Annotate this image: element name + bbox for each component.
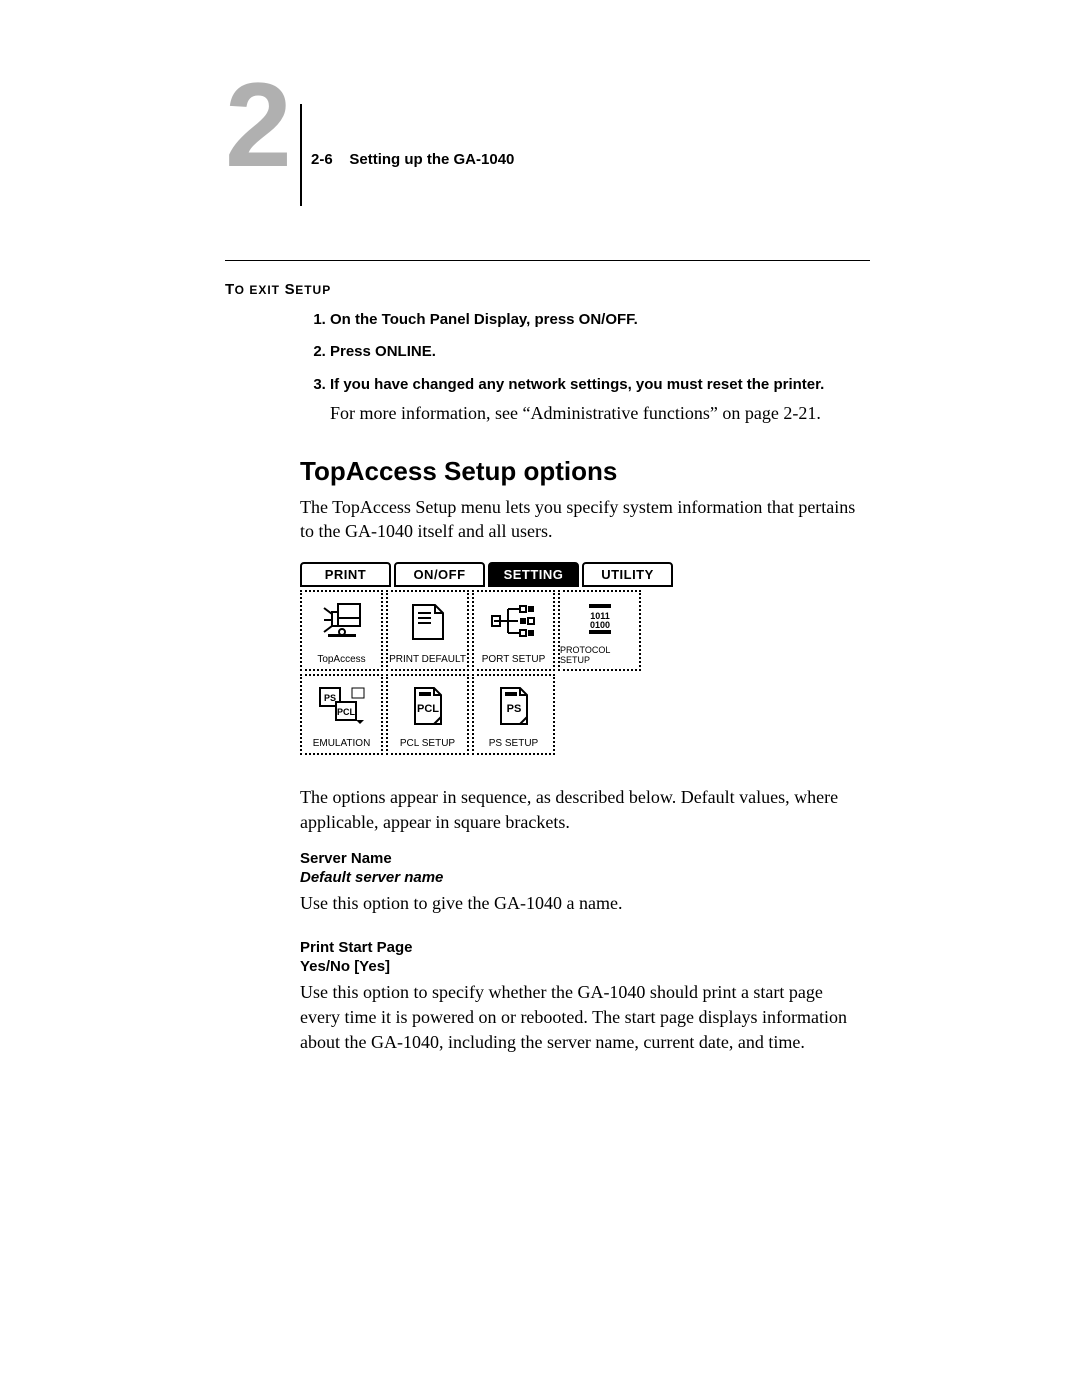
port-icon	[490, 602, 538, 642]
cell-emulation: PS PCL EMULATION	[300, 674, 383, 755]
svg-text:PS: PS	[323, 693, 335, 703]
touch-panel-figure: PRINT ON/OFF SETTING UTILITY	[300, 562, 870, 755]
page-ref: 2-6	[311, 151, 333, 168]
tab-print: PRINT	[300, 562, 391, 587]
ps-page-icon: PS	[494, 684, 534, 728]
step-3: If you have changed any network settings…	[330, 375, 870, 426]
cell-pcl-setup: PCL PCL SETUP	[386, 674, 469, 755]
option-body: Use this option to specify whether the G…	[300, 980, 870, 1054]
header-divider	[225, 260, 870, 261]
panel-tabs: PRINT ON/OFF SETTING UTILITY	[300, 562, 870, 587]
cell-port-setup: PORT SETUP	[472, 590, 555, 671]
tab-onoff: ON/OFF	[394, 562, 485, 587]
tab-utility: UTILITY	[582, 562, 673, 587]
header-rule	[300, 104, 302, 206]
emulation-icon: PS PCL	[316, 684, 368, 728]
step-3-body: For more information, see “Administrativ…	[330, 401, 870, 426]
exit-setup-steps: On the Touch Panel Display, press ON/OFF…	[300, 310, 870, 426]
empty-cell	[558, 674, 641, 755]
svg-text:PS: PS	[506, 703, 521, 715]
cell-print-default: PRINT DEFAULT	[386, 590, 469, 671]
step-2: Press ONLINE.	[330, 342, 870, 362]
page-header: 2 2-6 Setting up the GA-1040	[225, 100, 870, 260]
svg-text:0100: 0100	[589, 620, 609, 630]
option-body: Use this option to give the GA-1040 a na…	[300, 891, 870, 916]
svg-text:PCL: PCL	[417, 703, 439, 715]
chapter-number: 2	[225, 65, 292, 185]
option-title: Print Start Page	[300, 938, 870, 958]
section-intro: The TopAccess Setup menu lets you specif…	[300, 495, 870, 545]
running-head: 2-6 Setting up the GA-1040	[311, 151, 514, 168]
cell-protocol-setup: 1011 0100 PROTOCOL SETUP	[558, 590, 641, 671]
option-title: Server Name	[300, 849, 870, 869]
option-server-name: Server Name Default server name Use this…	[300, 849, 870, 916]
cell-ps-setup: PS PS SETUP	[472, 674, 555, 755]
option-sub: Default server name	[300, 869, 870, 886]
printer-network-icon	[318, 600, 366, 644]
exit-setup-title: TO EXIT SETUP	[225, 281, 870, 298]
option-sub: Yes/No [Yes]	[300, 958, 870, 975]
after-panel-text: The options appear in sequence, as descr…	[300, 785, 870, 835]
protocol-icon: 1011 0100	[577, 598, 623, 638]
step-1: On the Touch Panel Display, press ON/OFF…	[330, 310, 870, 330]
pcl-page-icon: PCL	[408, 684, 448, 728]
running-head-text: Setting up the GA-1040	[349, 151, 514, 168]
section-heading: TopAccess Setup options	[300, 456, 870, 487]
page-lines-icon	[405, 601, 451, 643]
option-print-start-page: Print Start Page Yes/No [Yes] Use this o…	[300, 938, 870, 1055]
cell-topaccess: TopAccess	[300, 590, 383, 671]
svg-text:PCL: PCL	[337, 707, 356, 717]
tab-setting: SETTING	[488, 562, 579, 587]
